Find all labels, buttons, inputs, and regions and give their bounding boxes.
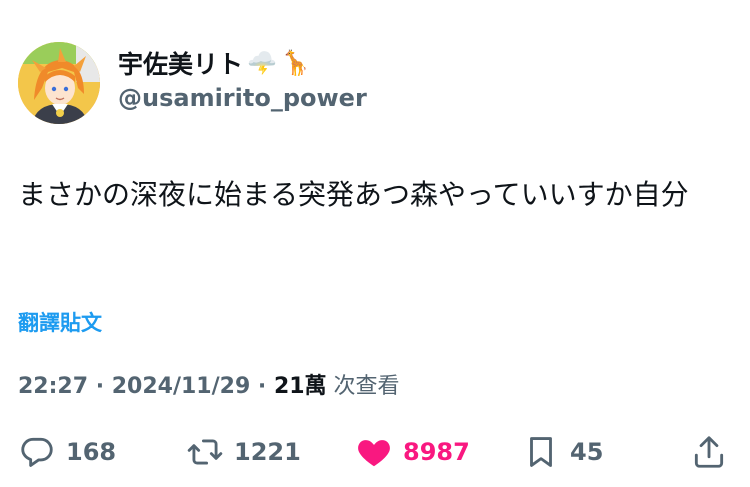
views-count[interactable]: 21萬 bbox=[274, 368, 327, 400]
tweet-text: まさかの深夜に始まる突発あつ森やっていいすか自分 bbox=[18, 178, 689, 211]
views-label: 次查看 bbox=[326, 374, 400, 399]
reply-button[interactable]: 168 bbox=[18, 428, 116, 476]
like-count: 8987 bbox=[403, 438, 470, 466]
display-name[interactable]: 宇佐美リト bbox=[118, 45, 243, 81]
retweet-button[interactable]: 1221 bbox=[186, 428, 301, 476]
giraffe-icon: 🦒 bbox=[280, 49, 311, 77]
tweet-time[interactable]: 22:27 bbox=[18, 374, 88, 399]
action-bar: 168 1221 8987 45 bbox=[0, 428, 750, 476]
bookmark-icon bbox=[530, 437, 552, 467]
share-button[interactable] bbox=[690, 428, 728, 476]
thunder-cloud-icon: 🌩️ bbox=[247, 49, 277, 77]
bookmark-button[interactable]: 45 bbox=[522, 428, 603, 476]
tweet-date[interactable]: 2024/11/29 bbox=[112, 374, 251, 399]
retweet-count: 1221 bbox=[234, 438, 301, 466]
avatar-image bbox=[18, 42, 100, 124]
author-name-row[interactable]: 宇佐美リト 🌩️ 🦒 bbox=[118, 45, 311, 81]
meta-separator: · bbox=[88, 374, 112, 399]
avatar[interactable] bbox=[18, 42, 100, 124]
meta-separator: · bbox=[250, 374, 274, 399]
tweet-meta: 22:27 · 2024/11/29 · 21萬 次查看 bbox=[18, 368, 400, 400]
heart-icon bbox=[358, 440, 390, 467]
bookmark-count: 45 bbox=[570, 438, 604, 466]
like-button[interactable]: 8987 bbox=[355, 428, 470, 476]
reply-icon bbox=[21, 437, 53, 467]
author-handle[interactable]: @usamirito_power bbox=[118, 84, 367, 112]
retweet-icon bbox=[187, 439, 223, 465]
share-icon bbox=[694, 436, 724, 468]
reply-count: 168 bbox=[66, 438, 117, 466]
translate-post-link[interactable]: 翻譯貼文 bbox=[18, 307, 102, 337]
